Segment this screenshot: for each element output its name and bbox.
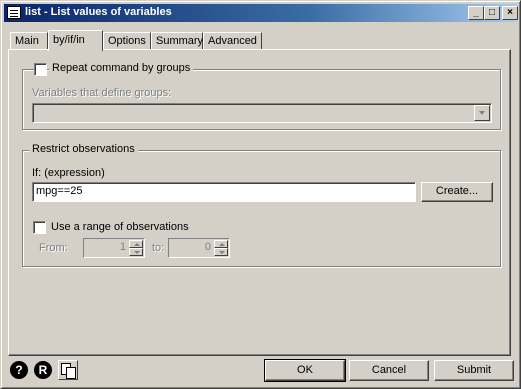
group-variables-combo[interactable] xyxy=(32,103,492,123)
restrict-observations-box: Restrict observations If: (expression) m… xyxy=(22,143,501,267)
copy-icon[interactable] xyxy=(58,360,78,380)
spin-down-icon[interactable] xyxy=(129,248,143,256)
close-button[interactable]: × xyxy=(502,6,518,20)
repeat-by-groups-checkbox[interactable] xyxy=(34,63,47,76)
use-range-checkbox[interactable] xyxy=(33,221,46,234)
range-to-value: 0 xyxy=(204,241,211,253)
group-variables-label: Variables that define groups: xyxy=(32,87,172,99)
dialog-window: list - List values of variables _ □ × Ma… xyxy=(0,0,521,389)
tab-by-if-in[interactable]: by/if/in xyxy=(48,30,103,51)
reset-icon[interactable]: R xyxy=(34,361,52,379)
window-list-icon xyxy=(7,6,21,19)
chevron-down-icon xyxy=(479,111,485,115)
by-group-box: Repeat command by groups Variables that … xyxy=(22,62,501,130)
range-from-spin-buttons[interactable] xyxy=(129,240,143,256)
minimize-button[interactable]: _ xyxy=(468,6,484,20)
use-range-label: Use a range of observations xyxy=(51,221,189,233)
range-from-label: From: xyxy=(39,242,68,254)
tab-summary[interactable]: Summary xyxy=(151,32,203,49)
range-to-spinner[interactable]: 0 xyxy=(168,238,230,258)
range-from-value: 1 xyxy=(119,241,126,253)
ok-button[interactable]: OK xyxy=(264,359,346,382)
cancel-button[interactable]: Cancel xyxy=(349,360,429,381)
if-expression-label: If: (expression) xyxy=(32,167,105,179)
copy-page-front xyxy=(66,367,76,379)
group-variables-dropdown-button[interactable] xyxy=(474,105,490,121)
range-to-spin-buttons[interactable] xyxy=(214,240,228,256)
range-from-spinner[interactable]: 1 xyxy=(83,238,145,258)
restrict-observations-title: Restrict observations xyxy=(29,143,138,155)
tab-panel: Repeat command by groups Variables that … xyxy=(8,49,511,356)
title-bar[interactable]: list - List values of variables _ □ × xyxy=(4,4,518,22)
repeat-by-groups-label: Repeat command by groups xyxy=(49,62,194,74)
range-to-label: to: xyxy=(152,242,165,254)
help-icon[interactable]: ? xyxy=(10,361,28,379)
tab-advanced[interactable]: Advanced xyxy=(203,32,262,49)
spin-up-icon[interactable] xyxy=(129,240,143,248)
window-title: list - List values of variables xyxy=(25,6,172,18)
if-expression-input[interactable]: mpg==25 xyxy=(32,182,416,202)
maximize-button[interactable]: □ xyxy=(484,6,500,20)
spin-down-icon[interactable] xyxy=(214,248,228,256)
spin-up-icon[interactable] xyxy=(214,240,228,248)
tab-options[interactable]: Options xyxy=(103,32,151,49)
tab-main[interactable]: Main xyxy=(10,32,48,49)
create-expression-button[interactable]: Create... xyxy=(421,182,493,202)
submit-button[interactable]: Submit xyxy=(434,360,514,381)
